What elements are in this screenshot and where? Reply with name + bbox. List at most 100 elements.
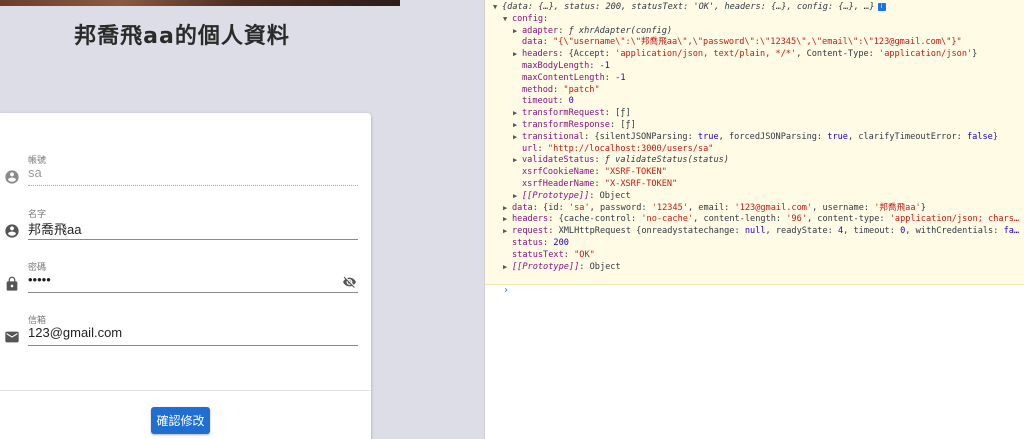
collapsed-arrow-icon[interactable]: ▶ [513, 190, 522, 202]
console-token: : [ƒ] [604, 108, 631, 119]
password-underline [28, 292, 358, 293]
console-token: : {id: [532, 202, 569, 213]
devtools-console: ▼ {data: {…}, status: 200, statusText: 'O… [485, 0, 1024, 439]
console-token: } [920, 202, 926, 213]
header-banner-image [0, 0, 400, 6]
collapsed-arrow-icon[interactable]: ▶ [503, 202, 512, 214]
console-token: : [604, 72, 616, 83]
console-token: false [966, 131, 993, 142]
console-line: method: "patch" [522, 84, 600, 96]
console-token: request [512, 226, 549, 237]
name-input[interactable]: 邦喬飛aa [28, 219, 81, 238]
collapsed-arrow-icon[interactable]: ▶ [513, 119, 522, 131]
console-line[interactable]: ▶ headers: {Accept: 'application/json, te… [513, 48, 977, 60]
console-token: 'application/json; chars… [889, 214, 1020, 225]
console-token: : [594, 155, 605, 166]
collapsed-arrow-icon[interactable]: ▶ [503, 225, 512, 237]
console-line: maxBodyLength: -1 [522, 60, 610, 72]
console-line[interactable]: ▶ [[Prototype]]: Object [503, 261, 621, 273]
console-line[interactable]: ▼ config: [503, 13, 548, 25]
console-token: : [543, 13, 549, 24]
console-token: : [589, 61, 600, 71]
account-circle-icon [5, 224, 19, 238]
console-line[interactable]: ▶ transformResponse: [ƒ] [513, 119, 636, 131]
email-input[interactable]: 123@gmail.com [28, 325, 122, 340]
collapsed-arrow-icon[interactable]: ▶ [503, 213, 512, 225]
console-token: method [522, 84, 554, 95]
console-token: [[Prototype]] [522, 190, 590, 201]
console-token: , withCredentials: [905, 226, 1004, 237]
confirm-edit-button[interactable]: 確認修改 [151, 407, 210, 434]
console-line: xsrfHeaderName: "X-XSRF-TOKEN" [522, 178, 677, 190]
console-token: fa… [1003, 226, 1020, 237]
app-pane: 邦喬飛aa的個人資料 帳號 sa 名字 邦喬飛aa 密碼 ••••• 信箱 12… [0, 0, 484, 439]
password-input[interactable]: ••••• [28, 272, 51, 287]
console-token: : [558, 25, 569, 36]
console-token: url [522, 143, 538, 154]
name-field[interactable]: 名字 邦喬飛aa [0, 207, 358, 247]
console-line[interactable]: ▶ adapter: ƒ xhrAdapter(config) [513, 25, 672, 37]
console-token: xsrfHeaderName [522, 179, 595, 189]
collapsed-arrow-icon[interactable]: ▶ [513, 25, 522, 37]
console-token: data [522, 37, 543, 48]
console-token: ƒ xhrAdapter(config) [568, 25, 673, 36]
email-icon [5, 331, 19, 343]
console-token: "{\"username\":\"邦喬飛aa\",\"password\":\"… [553, 37, 962, 48]
console-token: , readyState: [765, 226, 838, 237]
console-line[interactable]: ▶ data: {id: 'sa', password: '12345', ema… [503, 202, 926, 214]
console-token: , password: [589, 202, 652, 213]
console-line: data: "{\"username\":\"邦喬飛aa\",\"passwor… [522, 36, 962, 48]
account-circle-icon [5, 170, 19, 184]
console-token: maxContentLength [522, 72, 605, 83]
console-token: true [827, 131, 848, 142]
console-token: 'application/json, text/plain, */*' [615, 49, 797, 60]
console-token: : [542, 37, 554, 48]
console-line: statusText: "OK" [512, 249, 595, 261]
expanded-arrow-icon[interactable]: ▼ [503, 13, 512, 25]
console-token: xsrfCookieName [522, 167, 595, 178]
console-line[interactable]: ▼ {data: {…}, status: 200, statusText: 'O… [493, 1, 886, 13]
console-token: } [992, 131, 999, 142]
account-underline [28, 185, 358, 187]
console-token: [[Prototype]] [512, 261, 580, 272]
console-token: transformRequest [522, 108, 605, 119]
console-line: status: 200 [512, 237, 569, 249]
console-token: , clarifyTimeoutError: [847, 131, 967, 142]
console-line[interactable]: ▶ headers: {cache-control: 'no-cache', co… [503, 213, 1019, 225]
console-prompt[interactable]: › [503, 285, 509, 296]
name-underline [28, 239, 358, 240]
account-field[interactable]: 帳號 sa [0, 153, 358, 193]
console-line[interactable]: ▶ transitional: {silentJSONParsing: true,… [513, 131, 998, 143]
console-token: transitional [522, 131, 585, 142]
collapsed-arrow-icon[interactable]: ▶ [513, 131, 522, 143]
console-token: {data: {…}, status: 200, statusText: 'OK… [502, 2, 875, 12]
console-token: : XMLHttpRequest {onreadystatechange: [548, 226, 745, 237]
expanded-arrow-icon[interactable]: ▼ [493, 1, 502, 13]
collapsed-arrow-icon[interactable]: ▶ [503, 261, 512, 273]
console-token: : [ƒ] [609, 120, 636, 130]
console-line: timeout: 0 [522, 95, 574, 107]
account-value[interactable]: sa [28, 165, 42, 180]
email-underline [28, 345, 358, 346]
info-icon[interactable]: i [877, 2, 886, 11]
collapsed-arrow-icon[interactable]: ▶ [513, 154, 522, 166]
console-token: : [594, 167, 605, 178]
console-token: null [744, 226, 766, 237]
console-line[interactable]: ▶ request: XMLHttpRequest {onreadystatech… [503, 225, 1019, 237]
console-line[interactable]: ▶ [[Prototype]]: Object [513, 190, 631, 202]
console-token: : {silentJSONParsing: [584, 131, 698, 142]
console-token: "OK" [574, 249, 595, 260]
card-divider [0, 390, 371, 391]
console-token: : [543, 238, 554, 248]
console-token: '12345' [651, 202, 688, 213]
collapsed-arrow-icon[interactable]: ▶ [513, 107, 522, 119]
console-line: xsrfCookieName: "XSRF-TOKEN" [522, 166, 667, 178]
visibility-off-icon[interactable] [341, 275, 358, 289]
password-field[interactable]: 密碼 ••••• [0, 260, 358, 300]
email-field[interactable]: 信箱 123@gmail.com [0, 313, 358, 353]
console-token: 'sa' [568, 202, 590, 213]
collapsed-arrow-icon[interactable]: ▶ [513, 48, 522, 60]
console-line[interactable]: ▶ transformRequest: [ƒ] [513, 107, 631, 119]
console-token: transformResponse [522, 120, 610, 130]
console-line[interactable]: ▶ validateStatus: ƒ validateStatus(status… [513, 154, 729, 166]
